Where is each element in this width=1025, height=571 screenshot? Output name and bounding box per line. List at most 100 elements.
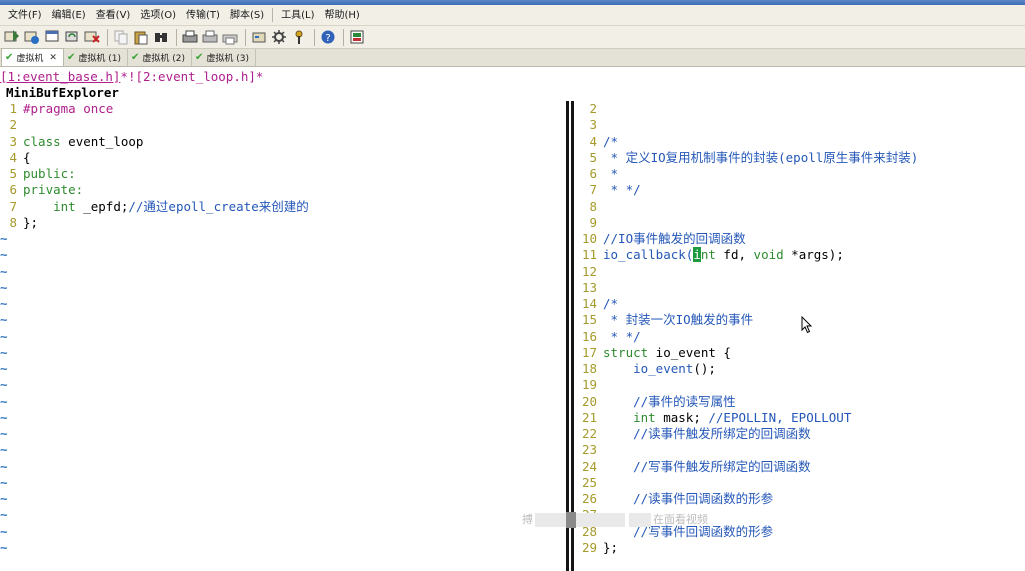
line-number: 3 bbox=[9, 133, 17, 149]
code-token: private: bbox=[23, 182, 84, 198]
close-tab-icon[interactable]: ✕ bbox=[49, 53, 57, 63]
tab-vm[interactable]: ✔ 虚拟机 ✕ bbox=[1, 48, 64, 66]
code-line: 12 bbox=[574, 264, 1025, 280]
menu-view[interactable]: 查看(V) bbox=[91, 5, 136, 26]
menu-transfer[interactable]: 传输(T) bbox=[181, 5, 225, 26]
code-line: 7 int _epfd;//通过epoll_create来创建的 bbox=[0, 199, 566, 215]
tilde-marker: ~ bbox=[0, 458, 8, 474]
buffer-event-loop[interactable]: [2:event_loop.h] bbox=[135, 69, 255, 84]
toolbar-separator bbox=[107, 28, 108, 46]
line-number: 5 bbox=[9, 166, 17, 181]
help-icon[interactable]: ? bbox=[319, 29, 336, 46]
print-icon[interactable] bbox=[181, 29, 198, 46]
empty-buffer-line: ~ bbox=[0, 540, 566, 556]
global-options-icon[interactable] bbox=[270, 29, 287, 46]
watermark-right-text: 在面看视频 bbox=[653, 513, 708, 526]
connect-tab-icon[interactable] bbox=[43, 29, 60, 46]
tilde-marker: ~ bbox=[0, 491, 8, 506]
tab-vm-1[interactable]: ✔ 虚拟机 (1) bbox=[64, 49, 128, 66]
empty-buffer-line: ~ bbox=[0, 329, 566, 345]
code-token: //读事件触发所绑定的回调函数 bbox=[633, 426, 811, 441]
connect-icon[interactable] bbox=[3, 29, 20, 46]
tilde-marker: ~ bbox=[0, 312, 8, 328]
tab-vm-3[interactable]: ✔ 虚拟机 (3) bbox=[192, 49, 256, 66]
line-number: 25 bbox=[581, 474, 597, 490]
code-token: /* bbox=[603, 296, 619, 311]
key-map-icon[interactable] bbox=[290, 29, 307, 46]
menu-script[interactable]: 脚本(S) bbox=[225, 5, 269, 26]
line-number: 4 bbox=[589, 133, 597, 149]
code-line: 1 #pragma once bbox=[0, 101, 566, 117]
tilde-marker: ~ bbox=[0, 231, 8, 246]
left-editor-pane[interactable]: 1 #pragma once 2 3 class event_loop 4{5 public… bbox=[0, 101, 566, 571]
code-line: 25 bbox=[574, 475, 1025, 491]
print-selection-icon[interactable] bbox=[221, 29, 238, 46]
empty-buffer-line: ~ bbox=[0, 247, 566, 263]
code-line: 15 * 封装一次IO触发的事件 bbox=[574, 312, 1025, 328]
print-setup-icon[interactable] bbox=[201, 29, 218, 46]
line-number: 29 bbox=[581, 539, 597, 555]
svg-text:?: ? bbox=[325, 33, 330, 44]
quick-connect-icon[interactable] bbox=[23, 29, 40, 46]
line-number: 22 bbox=[581, 426, 597, 441]
copy-icon[interactable] bbox=[112, 29, 129, 46]
menu-file[interactable]: 文件(F) bbox=[3, 5, 47, 26]
code-token: class bbox=[23, 133, 61, 149]
find-icon[interactable] bbox=[152, 29, 169, 46]
vertical-split-divider[interactable] bbox=[566, 101, 574, 571]
code-line: 18 io_event(); bbox=[574, 361, 1025, 377]
session-options-icon[interactable] bbox=[250, 29, 267, 46]
code-token: int bbox=[633, 409, 656, 425]
line-number: 23 bbox=[581, 442, 597, 458]
tab-vm-2[interactable]: ✔ 虚拟机 (2) bbox=[128, 49, 192, 66]
code-token: }; bbox=[23, 214, 39, 230]
disconnect-icon[interactable] bbox=[83, 29, 100, 46]
empty-buffer-line: ~ bbox=[0, 410, 566, 426]
code-token: *args); bbox=[783, 247, 844, 263]
line-number: 3 bbox=[589, 117, 597, 133]
line-number: 8 bbox=[9, 214, 17, 230]
buffer-event-base[interactable]: [1:event_base.h] bbox=[0, 69, 120, 84]
menu-options[interactable]: 选项(O) bbox=[135, 5, 181, 26]
toolbar-separator bbox=[314, 28, 315, 46]
connected-check-icon: ✔ bbox=[66, 52, 76, 63]
tilde-marker: ~ bbox=[0, 247, 8, 263]
terminal-vim-area[interactable]: [1:event_base.h]*![2:event_loop.h]* Mini… bbox=[0, 67, 1025, 571]
code-token: //写事件触发所绑定的回调函数 bbox=[633, 458, 811, 474]
line-number: 15 bbox=[581, 312, 597, 328]
tilde-marker: ~ bbox=[0, 442, 8, 458]
code-line: 22 //读事件触发所绑定的回调函数 bbox=[574, 426, 1025, 442]
menu-help[interactable]: 帮助(H) bbox=[319, 5, 364, 26]
toolbar-separator bbox=[245, 28, 246, 46]
code-token: io_event { bbox=[648, 344, 731, 360]
watermark-left-text: 搏 bbox=[522, 513, 533, 526]
code-line: 16 * */ bbox=[574, 329, 1025, 345]
line-number: 14 bbox=[581, 296, 597, 311]
code-token: public: bbox=[23, 166, 76, 181]
code-line: 3 bbox=[574, 117, 1025, 133]
watermark-marker bbox=[566, 512, 576, 528]
minibuf-explorer-title: MiniBufExplorer bbox=[6, 85, 119, 100]
tab-label: 虚拟机 (1) bbox=[78, 54, 121, 64]
tilde-marker: ~ bbox=[0, 377, 8, 393]
menu-edit[interactable]: 编辑(E) bbox=[47, 5, 91, 26]
empty-buffer-line: ~ bbox=[0, 491, 566, 507]
code-token: void bbox=[753, 247, 784, 263]
right-editor-pane[interactable]: 2 3 4/* 5 * 定义IO复用机制事件的封装(epoll原生事件来封装) 6 * 7… bbox=[574, 101, 1025, 571]
reconnect-icon[interactable] bbox=[63, 29, 80, 46]
empty-buffer-line: ~ bbox=[0, 459, 566, 475]
tab-label: 虚拟机 (3) bbox=[206, 54, 249, 64]
empty-buffer-line: ~ bbox=[0, 394, 566, 410]
sftp-icon[interactable] bbox=[348, 29, 365, 46]
paste-icon[interactable] bbox=[132, 29, 149, 46]
menu-tools[interactable]: 工具(L) bbox=[276, 5, 319, 26]
code-line: 19 bbox=[574, 377, 1025, 393]
line-number: 10 bbox=[581, 231, 597, 246]
code-line: 8 bbox=[574, 199, 1025, 215]
tilde-marker: ~ bbox=[0, 523, 8, 539]
line-number: 4 bbox=[9, 149, 17, 165]
line-number: 5 bbox=[589, 149, 597, 165]
empty-buffer-line: ~ bbox=[0, 507, 566, 523]
